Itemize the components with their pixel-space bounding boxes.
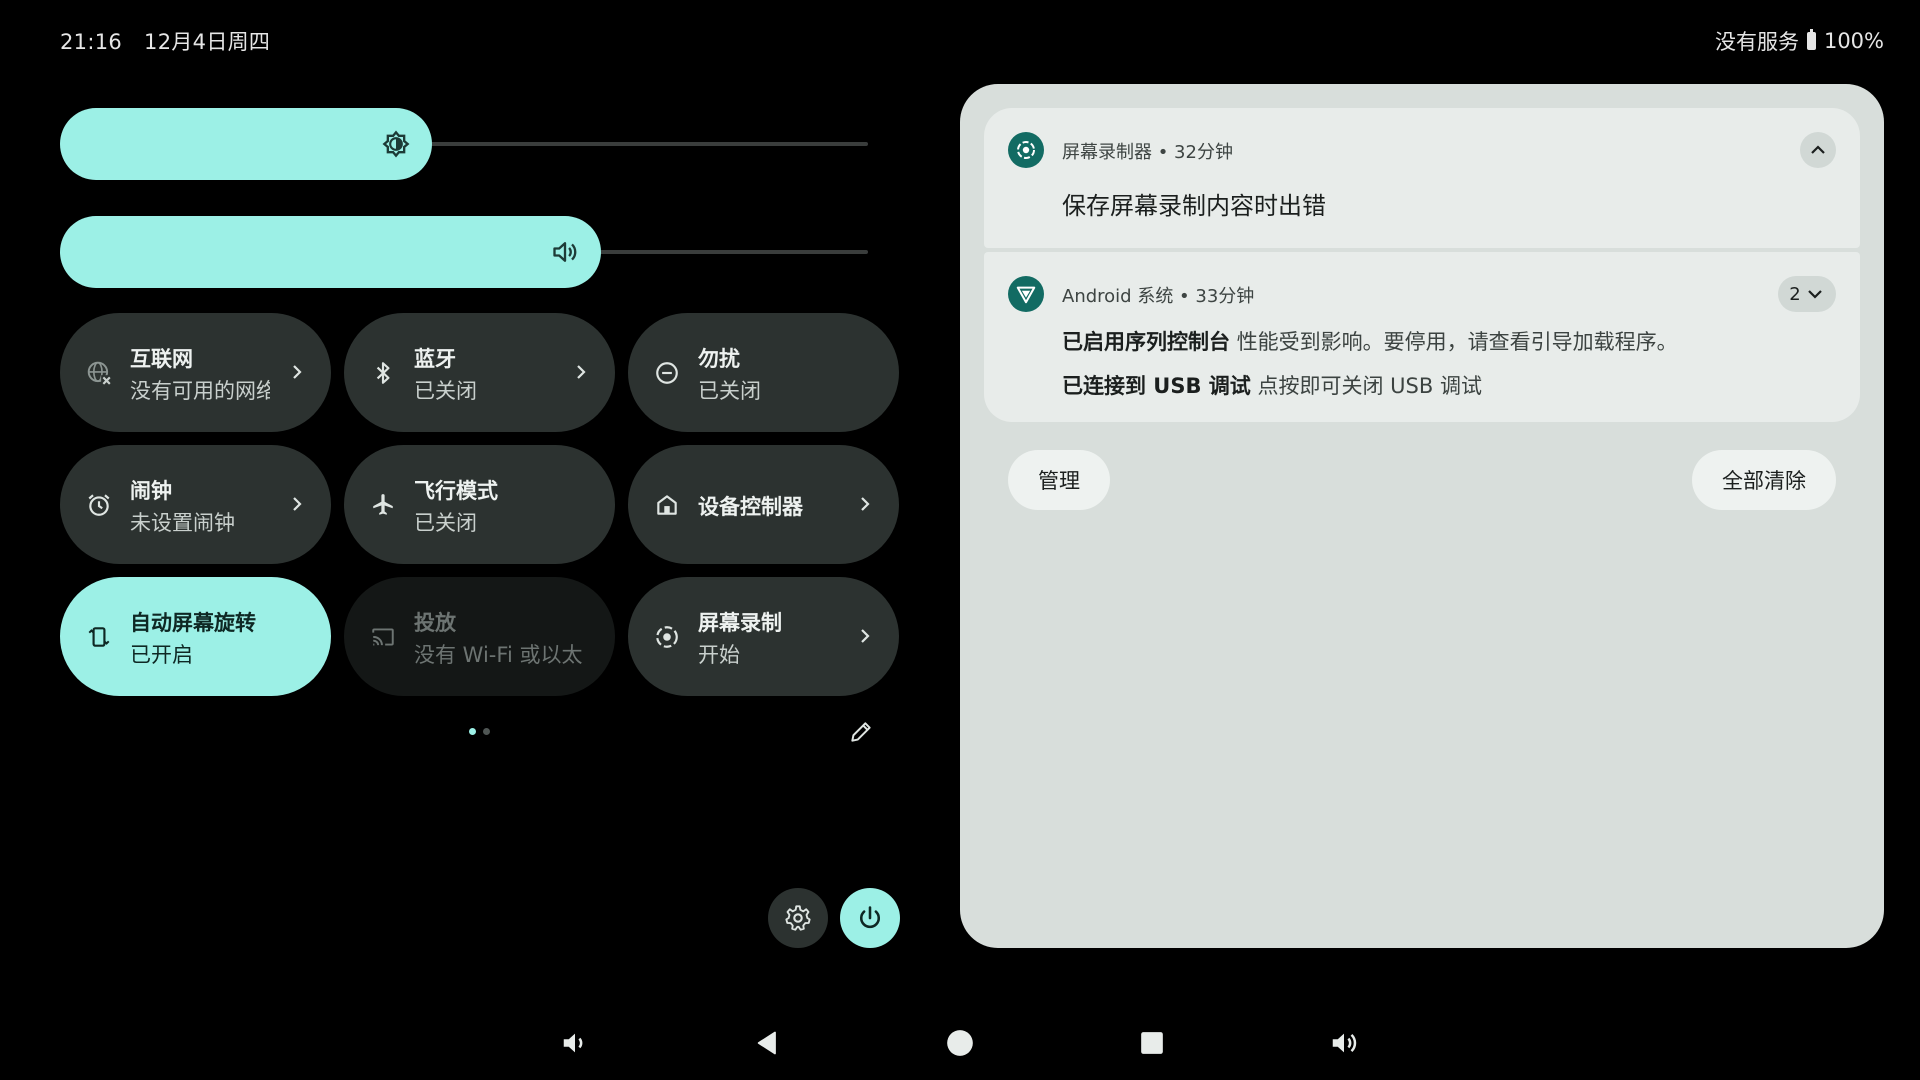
volume-icon [553, 242, 577, 262]
tile-subtitle: 没有 Wi-Fi 或以太网 [414, 643, 584, 667]
tile-alarm[interactable]: 闹钟 未设置闹钟 [60, 445, 331, 564]
tile-airplane-mode[interactable]: 飞行模式 已关闭 [344, 445, 615, 564]
notification-header: 屏幕录制器 • 32分钟 [1062, 142, 1233, 163]
chevron-right-icon [861, 629, 870, 643]
notification-android-system[interactable]: Android 系统 • 33分钟 2 已启用序列控制台 性能受到影响。要停用，… [984, 252, 1860, 422]
tile-title: 飞行模式 [414, 479, 498, 503]
rotate-icon [88, 627, 110, 647]
notification-line-text: 性能受到影响。要停用，请查看引导加载程序。 [1236, 330, 1678, 354]
page-indicator [483, 728, 490, 735]
tile-subtitle: 已关闭 [414, 379, 477, 403]
bluetooth-icon [376, 362, 390, 384]
volume-up-icon [1332, 1033, 1357, 1053]
tile-do-not-disturb[interactable]: 勿扰 已关闭 [628, 313, 899, 432]
edit-icon[interactable] [848, 719, 874, 745]
back-button[interactable] [750, 1025, 786, 1061]
volume-down-icon [563, 1033, 583, 1053]
page-indicator-active [469, 728, 476, 735]
tile-subtitle: 没有可用的网络 [130, 379, 270, 403]
volume-down-button[interactable] [557, 1025, 593, 1061]
gear-icon [785, 905, 811, 931]
expand-group-button[interactable]: 2 [1778, 276, 1836, 312]
tile-device-controls[interactable]: 设备控制器 [628, 445, 899, 564]
home-icon [657, 495, 677, 515]
volume-slider-track[interactable] [590, 250, 868, 254]
battery-level: 100% [1823, 29, 1884, 53]
power-icon [859, 906, 881, 929]
cast-icon [372, 628, 394, 646]
home-button[interactable] [942, 1025, 978, 1061]
do-not-disturb-icon [656, 362, 678, 384]
screen-record-icon [656, 626, 678, 648]
tile-title: 设备控制器 [698, 495, 803, 519]
brightness-slider-track[interactable] [420, 142, 868, 146]
clear-all-button[interactable]: 全部清除 [1692, 450, 1836, 510]
tile-screen-record[interactable]: 屏幕录制 开始 [628, 577, 899, 696]
notification-title: 保存屏幕录制内容时出错 [1062, 192, 1326, 220]
chevron-right-icon [861, 497, 870, 511]
android-system-icon [1016, 286, 1036, 304]
brightness-slider-fill[interactable] [60, 108, 432, 180]
collapse-button[interactable] [1800, 132, 1836, 168]
tile-subtitle: 开始 [698, 643, 740, 667]
status-date: 12月4日周四 [144, 30, 271, 54]
screen-record-icon [1017, 141, 1035, 159]
chevron-right-icon [293, 497, 302, 511]
notification-panel: 屏幕录制器 • 32分钟 保存屏幕录制内容时出错 Android 系统 • 33… [960, 84, 1884, 948]
notification-line-title: 已连接到 USB 调试 [1062, 374, 1251, 398]
tile-auto-rotate[interactable]: 自动屏幕旋转 已开启 [60, 577, 331, 696]
home-circle-icon [947, 1030, 973, 1056]
tile-title: 屏幕录制 [698, 611, 782, 635]
tile-title: 闹钟 [130, 479, 172, 503]
tile-internet[interactable]: 互联网 没有可用的网络 [60, 313, 331, 432]
tile-cast[interactable]: 投放 没有 Wi-Fi 或以太网 [344, 577, 615, 696]
tile-title: 自动屏幕旋转 [130, 611, 256, 635]
battery-icon [1806, 29, 1816, 50]
volume-up-button[interactable] [1326, 1025, 1362, 1061]
app-icon [1008, 276, 1044, 312]
network-status: 没有服务 [1714, 30, 1799, 54]
chevron-down-icon [1807, 290, 1822, 299]
notification-line-text: 点按即可关闭 USB 调试 [1257, 374, 1482, 398]
status-time: 21:16 [60, 30, 123, 54]
tile-title: 蓝牙 [414, 347, 456, 371]
notification-header: Android 系统 • 33分钟 [1062, 286, 1255, 307]
status-bar-right: 没有服务 100% [1715, 26, 1884, 56]
notification-screen-recorder[interactable]: 屏幕录制器 • 32分钟 保存屏幕录制内容时出错 [984, 108, 1860, 248]
tile-bluetooth[interactable]: 蓝牙 已关闭 [344, 313, 615, 432]
notification-line-title: 已启用序列控制台 [1062, 330, 1230, 354]
recents-square-icon [1141, 1032, 1163, 1054]
chevron-right-icon [577, 365, 586, 379]
chevron-right-icon [293, 365, 302, 379]
tile-title: 勿扰 [698, 347, 740, 371]
notification-count: 2 [1789, 283, 1801, 305]
power-button[interactable] [840, 888, 900, 948]
tile-subtitle: 已关闭 [414, 511, 477, 535]
app-icon [1008, 132, 1044, 168]
status-bar-left: 21:16 12月4日周四 [60, 26, 270, 56]
notification-line: 已连接到 USB 调试 点按即可关闭 USB 调试 [1062, 370, 1482, 400]
chevron-up-icon [1811, 145, 1825, 154]
manage-button[interactable]: 管理 [1008, 450, 1110, 510]
recents-button[interactable] [1134, 1025, 1170, 1061]
tile-subtitle: 未设置闹钟 [130, 511, 235, 535]
tile-title: 投放 [414, 611, 456, 635]
settings-button[interactable] [768, 888, 828, 948]
volume-slider-fill[interactable] [60, 216, 601, 288]
notification-line: 已启用序列控制台 性能受到影响。要停用，请查看引导加载程序。 [1062, 326, 1678, 356]
internet-off-icon [87, 361, 112, 386]
tile-subtitle: 已关闭 [698, 379, 761, 403]
tile-title: 互联网 [130, 347, 193, 371]
back-triangle-icon [757, 1031, 776, 1055]
brightness-icon [382, 130, 410, 158]
tile-subtitle: 已开启 [130, 643, 193, 667]
alarm-icon [88, 494, 110, 516]
airplane-icon [373, 494, 393, 515]
